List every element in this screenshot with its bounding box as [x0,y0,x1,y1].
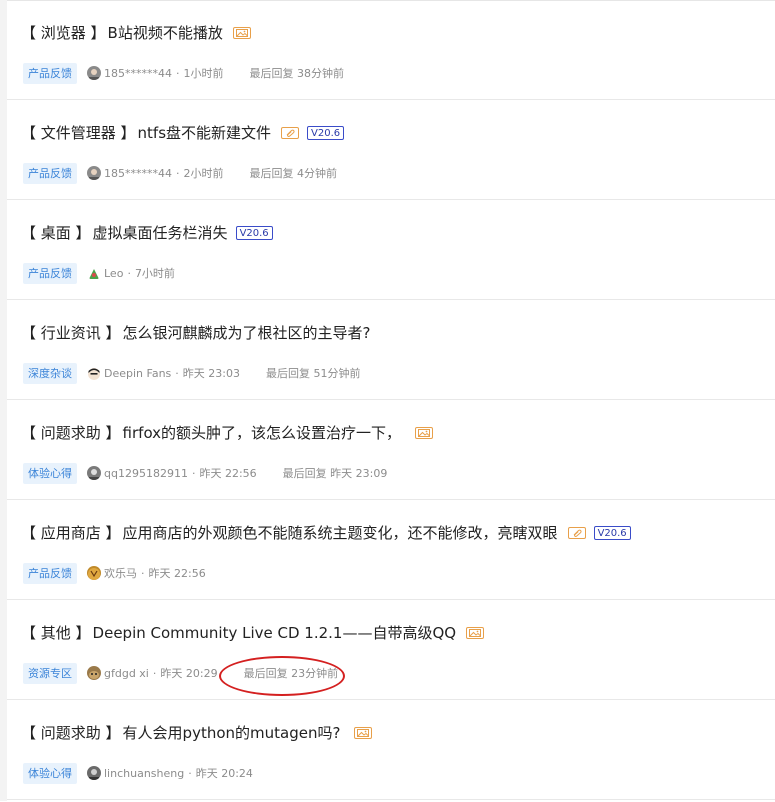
post-meta: 体验心得 qq1295182911 · 昨天 22:56 最后回复 昨天 23:… [23,461,387,485]
avatar[interactable] [87,566,101,580]
post-time: 昨天 20:24 [195,767,253,780]
post-title[interactable]: 应用商店的外观颜色不能随系统主题变化，还不能修改，亮瞎双眼 [123,521,558,545]
post-time: 昨天 23:03 [182,367,240,380]
post-meta: 深度杂谈 Deepin Fans · 昨天 23:03 最后回复 51分钟前 [23,361,360,385]
left-margin [0,0,7,801]
attachment-icon [281,127,300,139]
post-time: 1小时前 [183,67,224,80]
post-meta: 产品反馈 Leo · 7小时前 [23,261,175,285]
post-meta: 产品反馈 185******44 · 1小时前 最后回复 38分钟前 [23,61,344,85]
forum-list-frame: 【 浏览器 】 B站视频不能播放 产品反馈 185******44 · 1小时前… [0,0,775,801]
avatar[interactable] [87,466,101,480]
post-author[interactable]: Deepin Fans [104,367,171,380]
post-title-line[interactable]: 【 其他 】 Deepin Community Live CD 1.2.1——自… [21,621,485,645]
post-time: 昨天 22:56 [148,567,206,580]
post-tag[interactable]: 体验心得 [23,762,77,784]
post-item[interactable]: 【 浏览器 】 B站视频不能播放 产品反馈 185******44 · 1小时前… [7,1,775,100]
avatar[interactable] [87,366,101,380]
post-title-line[interactable]: 【 问题求助 】 有人会用python的mutagen吗? [21,721,373,745]
attachment-icon [567,527,586,539]
post-item[interactable]: 【 应用商店 】 应用商店的外观颜色不能随系统主题变化，还不能修改，亮瞎双眼 V… [7,501,775,600]
post-title-line[interactable]: 【 应用商店 】 应用商店的外观颜色不能随系统主题变化，还不能修改，亮瞎双眼 V… [21,521,631,545]
post-category[interactable]: 【 行业资讯 】 [21,321,121,345]
post-title-line[interactable]: 【 问题求助 】 firfox的额头肿了，该怎么设置治疗一下， [21,421,434,445]
avatar[interactable] [87,766,101,780]
post-item[interactable]: 【 桌面 】 虚拟桌面任务栏消失 V20.6 产品反馈 Leo · 7小时前 [7,201,775,300]
separator-dot: · [188,766,192,780]
avatar[interactable] [87,166,101,180]
post-author[interactable]: 185******44 [104,67,172,80]
post-tag[interactable]: 产品反馈 [23,62,77,84]
post-author[interactable]: qq1295182911 [104,467,188,480]
post-title[interactable]: B站视频不能播放 [108,21,223,45]
post-title-line[interactable]: 【 行业资讯 】 怎么银河麒麟成为了根社区的主导者? [21,321,371,345]
post-list: 【 浏览器 】 B站视频不能播放 产品反馈 185******44 · 1小时前… [7,0,775,802]
last-reply: 最后回复 昨天 23:09 [282,467,388,480]
post-category[interactable]: 【 其他 】 [21,621,91,645]
last-reply: 最后回复 4分钟前 [249,167,338,180]
post-title[interactable]: firfox的额头肿了，该怎么设置治疗一下， [123,421,402,445]
version-badge: V20.6 [235,226,273,240]
version-badge: V20.6 [593,526,631,540]
post-tag[interactable]: 产品反馈 [23,562,77,584]
post-title[interactable]: 虚拟桌面任务栏消失 [93,221,228,245]
post-title[interactable]: ntfs盘不能新建文件 [138,121,272,145]
image-icon [415,427,434,439]
post-tag[interactable]: 产品反馈 [23,262,77,284]
post-category[interactable]: 【 文件管理器 】 [21,121,136,145]
post-tag[interactable]: 深度杂谈 [23,362,77,384]
avatar[interactable] [87,66,101,80]
post-time: 昨天 20:29 [160,667,218,680]
post-category[interactable]: 【 桌面 】 [21,221,91,245]
image-icon [354,727,373,739]
post-category[interactable]: 【 应用商店 】 [21,521,121,545]
post-item[interactable]: 【 行业资讯 】 怎么银河麒麟成为了根社区的主导者? 深度杂谈 Deepin F… [7,301,775,400]
post-author[interactable]: 185******44 [104,167,172,180]
post-category[interactable]: 【 浏览器 】 [21,21,106,45]
post-time: 2小时前 [183,167,224,180]
post-category[interactable]: 【 问题求助 】 [21,721,121,745]
avatar[interactable] [87,266,101,280]
post-category[interactable]: 【 问题求助 】 [21,421,121,445]
post-tag[interactable]: 资源专区 [23,662,77,684]
post-title-line[interactable]: 【 浏览器 】 B站视频不能播放 [21,21,251,45]
post-author[interactable]: gfdgd xi [104,667,149,680]
post-tag[interactable]: 体验心得 [23,462,77,484]
post-item[interactable]: 【 其他 】 Deepin Community Live CD 1.2.1——自… [7,601,775,700]
post-title[interactable]: 有人会用python的mutagen吗? [123,721,341,745]
separator-dot: · [176,66,180,80]
highlight-annotation-ellipse [219,656,345,696]
separator-dot: · [127,266,131,280]
image-icon [466,627,485,639]
post-time: 7小时前 [134,267,175,280]
post-title-line[interactable]: 【 文件管理器 】 ntfs盘不能新建文件 V20.6 [21,121,345,145]
post-tag[interactable]: 产品反馈 [23,162,77,184]
avatar[interactable] [87,666,101,680]
post-meta: 体验心得 linchuansheng · 昨天 20:24 [23,761,253,785]
separator-dot: · [152,666,157,680]
post-title-line[interactable]: 【 桌面 】 虚拟桌面任务栏消失 V20.6 [21,221,273,245]
last-reply: 最后回复 51分钟前 [265,367,361,380]
post-title[interactable]: 怎么银河麒麟成为了根社区的主导者? [123,321,371,345]
post-author[interactable]: linchuansheng [104,767,184,780]
post-time: 昨天 22:56 [199,467,257,480]
separator-dot: · [175,366,179,380]
post-author[interactable]: Leo [104,267,123,280]
post-item[interactable]: 【 文件管理器 】 ntfs盘不能新建文件 V20.6 产品反馈 185****… [7,101,775,200]
post-item[interactable]: 【 问题求助 】 有人会用python的mutagen吗? 体验心得 linch… [7,701,775,800]
version-badge: V20.6 [307,126,345,140]
separator-dot: · [176,166,180,180]
post-author[interactable]: 欢乐马 [104,565,137,581]
post-title[interactable]: Deepin Community Live CD 1.2.1——自带高级QQ [93,621,457,645]
separator-dot: · [191,466,196,480]
image-icon [232,27,251,39]
separator-dot: · [141,566,145,580]
post-meta: 产品反馈 欢乐马 · 昨天 22:56 [23,561,206,585]
post-item[interactable]: 【 问题求助 】 firfox的额头肿了，该怎么设置治疗一下， 体验心得 qq1… [7,401,775,500]
last-reply: 最后回复 38分钟前 [249,67,345,80]
post-meta: 产品反馈 185******44 · 2小时前 最后回复 4分钟前 [23,161,337,185]
